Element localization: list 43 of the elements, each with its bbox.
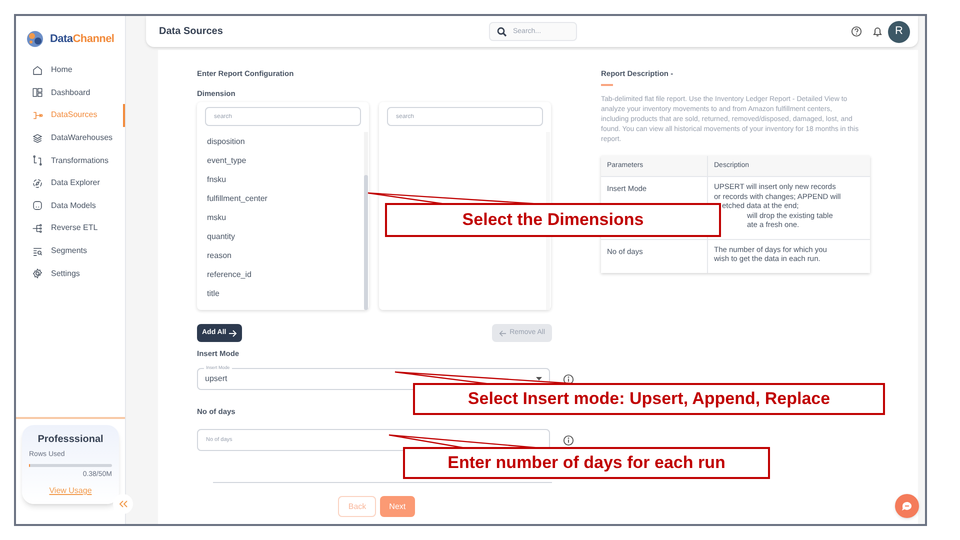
gear-icon xyxy=(32,268,43,280)
list-item[interactable]: disposition xyxy=(197,132,364,151)
chat-icon xyxy=(901,500,913,512)
list-item[interactable]: reference_id xyxy=(197,265,364,284)
nav-item[interactable]: Settings xyxy=(16,262,125,285)
logo-icon xyxy=(26,30,44,48)
list-item[interactable]: fulfillment_center xyxy=(197,189,364,208)
avatar[interactable]: R xyxy=(888,20,910,42)
list-search-icon xyxy=(32,246,43,257)
help-icon[interactable] xyxy=(851,26,862,37)
info-icon[interactable] xyxy=(563,434,574,446)
list-item[interactable]: title xyxy=(197,284,364,303)
nav-item[interactable]: Home xyxy=(16,59,125,82)
chevrons-icon xyxy=(118,500,128,508)
caret-icon xyxy=(536,377,542,381)
layers-icon xyxy=(32,132,43,144)
nav-item[interactable]: Data Models xyxy=(16,194,125,218)
nav-item[interactable]: Dashboard xyxy=(16,82,125,104)
nav-item[interactable]: Segments xyxy=(16,240,125,262)
scrollbar[interactable] xyxy=(364,132,368,310)
branch-icon xyxy=(32,110,43,121)
box-icon xyxy=(32,200,43,212)
arrow-left-icon xyxy=(498,330,506,336)
panels-icon xyxy=(32,87,43,98)
nav-item[interactable]: Data Explorer xyxy=(16,172,125,195)
page-title: Data Sources xyxy=(159,25,224,39)
list-item[interactable]: event_type xyxy=(197,151,364,170)
accent-rule xyxy=(601,84,613,86)
list-item[interactable]: reason xyxy=(197,246,364,265)
list-item[interactable]: fnsku xyxy=(197,170,364,189)
compass-icon xyxy=(32,178,43,189)
list-item[interactable]: msku xyxy=(197,208,364,227)
nav-item[interactable]: Reverse ETL xyxy=(16,217,125,240)
logo-text: DataChannel xyxy=(50,32,114,47)
nav-item[interactable]: DataWarehouses xyxy=(16,126,125,150)
house-icon xyxy=(32,64,43,76)
arrow-right-icon xyxy=(229,330,238,336)
nodes-icon xyxy=(32,222,43,234)
nav-item[interactable]: Transformations xyxy=(16,149,125,172)
plan-name: Professsional xyxy=(36,433,104,447)
search-icon xyxy=(497,26,507,36)
bell-icon[interactable] xyxy=(873,26,882,37)
list-item[interactable]: quantity xyxy=(197,227,364,246)
